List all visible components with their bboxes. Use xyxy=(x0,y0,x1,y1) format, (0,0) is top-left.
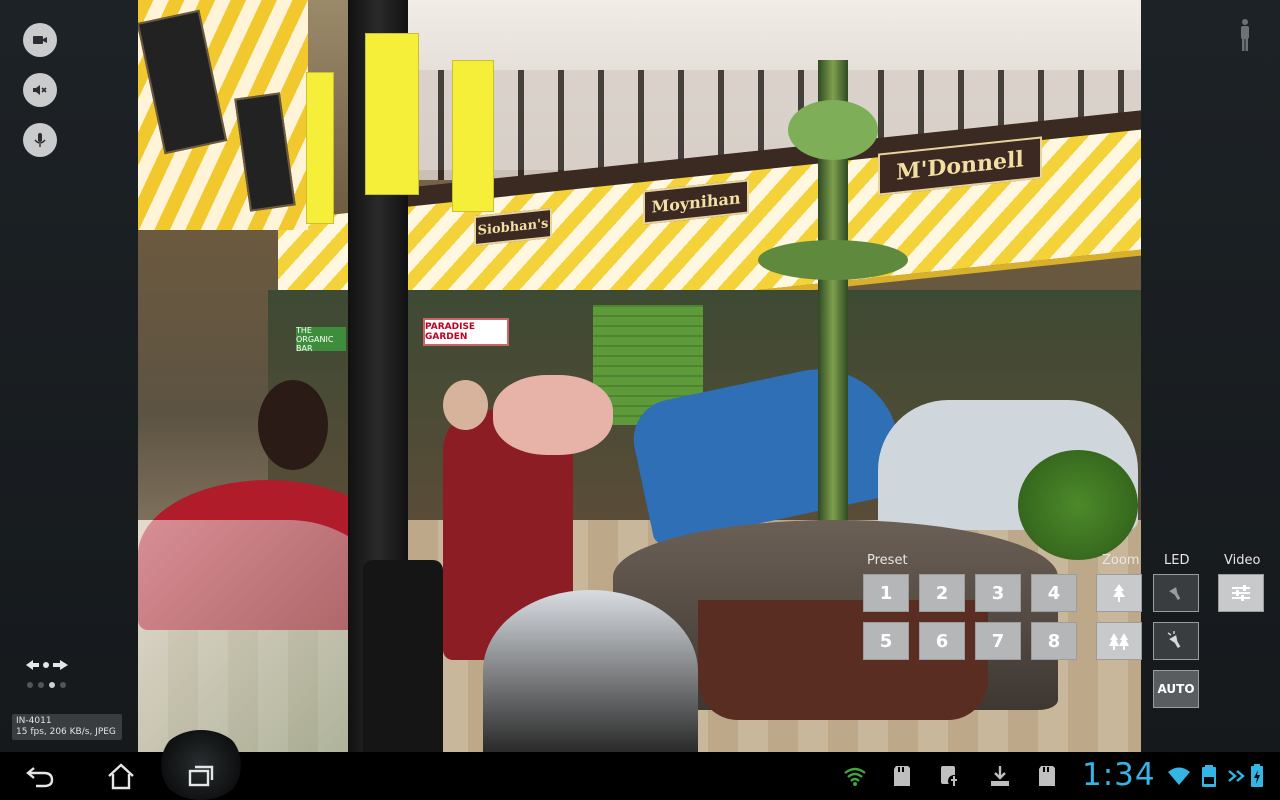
signal-icon xyxy=(843,762,867,790)
clock: 1:34 xyxy=(1082,757,1156,793)
scene-woman-head xyxy=(258,380,328,470)
flashlight-icon xyxy=(1169,587,1181,601)
home-button[interactable] xyxy=(95,758,147,794)
zoom-out-button[interactable] xyxy=(1096,622,1142,660)
recent-apps-icon xyxy=(188,765,214,787)
scene-fountain-leaves xyxy=(758,240,908,280)
sd-card-icon xyxy=(1035,762,1059,790)
sd-card-icon xyxy=(890,762,914,790)
video-camera-icon xyxy=(33,36,47,44)
preset-6-button[interactable]: 6 xyxy=(919,622,965,660)
led-on-button[interactable] xyxy=(1153,622,1199,660)
person-icon[interactable] xyxy=(1238,18,1252,52)
scene-yellow-note xyxy=(365,33,419,195)
stream-info: 15 fps, 206 KB/s, JPEG xyxy=(16,727,116,737)
preset-1-button[interactable]: 1 xyxy=(863,574,909,612)
microphone-button[interactable] xyxy=(23,123,57,157)
zoom-label: Zoom xyxy=(1102,553,1140,568)
recent-apps-button[interactable] xyxy=(175,758,227,794)
scene-yellow-note xyxy=(452,60,494,212)
sliders-icon xyxy=(1232,585,1250,601)
scene-man-head xyxy=(443,380,488,430)
scene-yellow-note xyxy=(306,72,334,224)
left-control-rail xyxy=(0,0,138,752)
page-dot xyxy=(38,682,44,688)
speaker-mute-icon xyxy=(33,85,47,95)
flashlight-on-icon xyxy=(1167,631,1181,649)
speaker-mute-button[interactable] xyxy=(23,73,57,107)
scene-fountain-base xyxy=(698,600,988,720)
wifi-icon xyxy=(1167,762,1191,790)
scene-sign-organic: THE ORGANIC BAR xyxy=(296,326,346,353)
zoom-in-button[interactable] xyxy=(1096,574,1142,612)
page-indicator xyxy=(27,682,66,688)
preset-4-button[interactable]: 4 xyxy=(1031,574,1077,612)
scene-plant xyxy=(1018,450,1138,560)
video-label: Video xyxy=(1224,553,1261,568)
download-icon xyxy=(988,762,1012,790)
microphone-icon xyxy=(34,133,46,147)
page-dot xyxy=(27,682,33,688)
preset-5-button[interactable]: 5 xyxy=(863,622,909,660)
led-auto-button[interactable]: AUTO xyxy=(1153,670,1199,708)
scene-meat xyxy=(493,375,613,455)
scene-fountain-top xyxy=(788,100,878,160)
back-icon xyxy=(26,767,54,788)
led-off-button[interactable] xyxy=(1153,574,1199,612)
video-settings-button[interactable] xyxy=(1218,574,1264,612)
single-tree-icon xyxy=(1113,584,1125,602)
preset-label: Preset xyxy=(867,553,908,568)
stream-stats: IN-4011 15 fps, 206 KB/s, JPEG xyxy=(12,714,122,740)
page-dot-active xyxy=(49,682,55,688)
video-camera-button[interactable] xyxy=(23,23,57,57)
preset-7-button[interactable]: 7 xyxy=(975,622,1021,660)
two-trees-icon xyxy=(1109,633,1129,650)
preset-2-button[interactable]: 2 xyxy=(919,574,965,612)
preset-8-button[interactable]: 8 xyxy=(1031,622,1077,660)
scene-pillar-base xyxy=(363,560,443,752)
page-dot xyxy=(60,682,66,688)
home-icon xyxy=(108,763,134,790)
scene-stroller xyxy=(483,590,698,752)
back-button[interactable] xyxy=(14,758,66,794)
camera-model: IN-4011 xyxy=(16,716,52,726)
pan-arrows-icon xyxy=(26,660,68,670)
keyboard-battery-icon xyxy=(1197,762,1221,790)
led-label: LED xyxy=(1164,553,1190,568)
scene-sign-paradise: PARADISE GARDEN xyxy=(423,318,509,346)
battery-icon xyxy=(1245,762,1269,790)
preset-3-button[interactable]: 3 xyxy=(975,574,1021,612)
usb-debug-icon xyxy=(938,762,962,790)
